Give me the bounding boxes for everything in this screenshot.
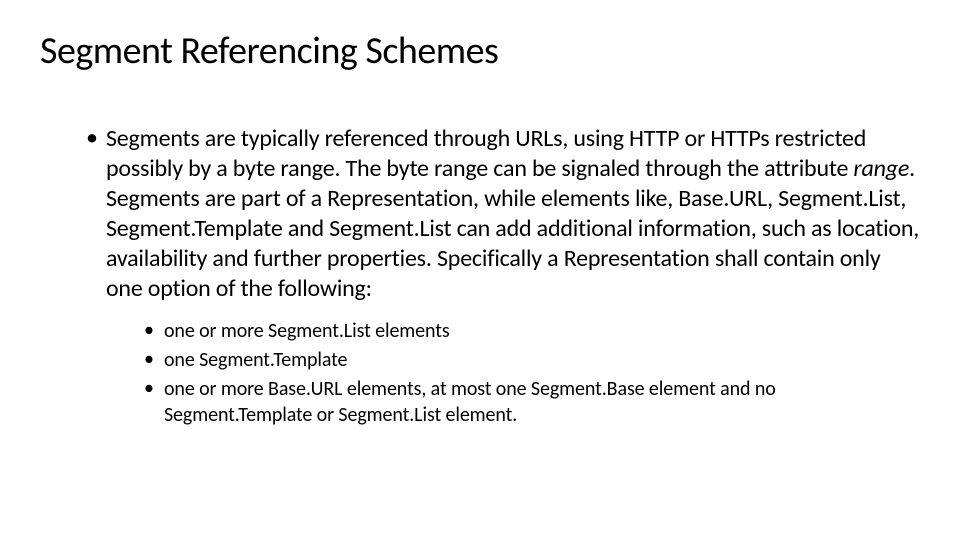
bullet-marker-icon: • <box>86 123 98 304</box>
sub-bullet-list: • one or more Segment.List elements • on… <box>144 318 920 428</box>
bullet-marker-icon: • <box>144 375 154 428</box>
main-bullet-text: Segments are typically referenced throug… <box>106 124 920 304</box>
sub-bullet-text: one or more Base.URL elements, at most o… <box>164 376 920 428</box>
text-segment: Segments are typically referenced throug… <box>106 124 866 183</box>
bullet-marker-icon: • <box>144 317 154 344</box>
italic-word: range <box>853 154 909 183</box>
list-item: • one or more Base.URL elements, at most… <box>144 376 920 428</box>
main-bullet-item: • Segments are typically referenced thro… <box>86 124 920 304</box>
slide-title: Segment Referencing Schemes <box>40 28 920 74</box>
bullet-marker-icon: • <box>144 346 154 373</box>
list-item: • one Segment.Template <box>144 347 920 373</box>
list-item: • one or more Segment.List elements <box>144 318 920 344</box>
sub-bullet-text: one or more Segment.List elements <box>164 318 450 344</box>
sub-bullet-text: one Segment.Template <box>164 347 347 373</box>
